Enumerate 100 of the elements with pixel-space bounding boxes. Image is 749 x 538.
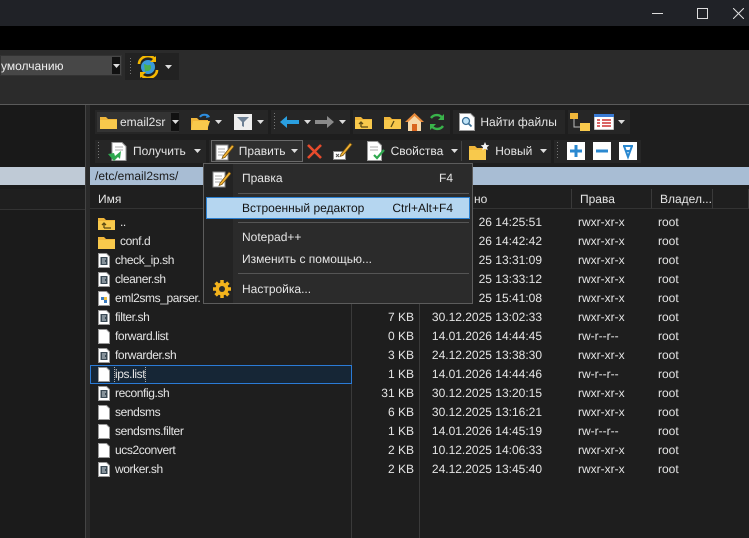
file-name-cell[interactable]: sendsms xyxy=(90,403,352,422)
owner-cell-text: root xyxy=(657,461,680,478)
dropdown-arrow-icon[interactable] xyxy=(172,120,179,124)
tree-view-icon[interactable] xyxy=(570,112,590,131)
file-name-cell[interactable]: ucs2convert xyxy=(90,441,352,460)
pencil-note-icon xyxy=(212,168,231,188)
date-cell-text: 14.01.2026 14:44:45 xyxy=(430,328,543,345)
file-name-cell[interactable]: sendsms.filter xyxy=(90,422,352,441)
root-folder-icon[interactable] xyxy=(384,114,402,129)
maximize-icon xyxy=(697,8,708,18)
find-icon xyxy=(459,112,476,131)
caret-icon[interactable] xyxy=(338,120,346,124)
download-icon xyxy=(108,142,128,161)
folder-icon xyxy=(100,114,117,129)
plus-icon[interactable] xyxy=(567,142,586,160)
owner-cell-text: root xyxy=(657,404,680,421)
script-file-icon xyxy=(98,310,110,325)
folder-refresh-icon[interactable] xyxy=(191,113,210,130)
date-cell-text: 14.01.2026 14:45:19 xyxy=(430,423,543,440)
caret-icon[interactable] xyxy=(618,120,626,124)
size-cell: 3 KB xyxy=(352,346,420,365)
new-button[interactable]: Новый xyxy=(465,140,536,162)
caret-icon[interactable] xyxy=(539,149,548,154)
menu-item[interactable]: Встроенный редактор Ctrl+Alt+F4 xyxy=(206,197,470,219)
profile-combo[interactable]: умолчанию xyxy=(0,55,122,76)
forward-arrow-icon[interactable] xyxy=(315,116,334,128)
dropdown-arrow-icon[interactable] xyxy=(112,64,120,68)
date-cell-text: 25 13:31:09 xyxy=(478,252,543,269)
file-icon xyxy=(98,367,110,382)
caret-icon[interactable] xyxy=(214,120,222,124)
column-header[interactable]: Владел... xyxy=(652,189,713,209)
script-file-icon xyxy=(98,462,110,477)
file-icon xyxy=(98,443,110,458)
caret-icon[interactable] xyxy=(290,149,299,154)
minus-icon[interactable] xyxy=(593,142,612,160)
properties-button[interactable]: Свойства xyxy=(362,140,448,162)
select-filter-icon[interactable] xyxy=(619,142,638,160)
date-cell-text: 14.01.2026 14:44:46 xyxy=(430,366,543,383)
caret-icon[interactable] xyxy=(164,64,173,68)
home-icon[interactable] xyxy=(405,112,424,131)
parent-folder-icon[interactable] xyxy=(355,114,372,129)
date-cell-text: 24.12.2025 13:45:40 xyxy=(430,461,543,478)
file-name-cell[interactable]: ips.list xyxy=(90,365,352,384)
date-cell-text: 30.12.2025 13:02:33 xyxy=(430,309,543,326)
column-header[interactable]: Права xyxy=(572,189,652,209)
permissions-cell-text: rwxr-xr-x xyxy=(577,461,626,478)
size-cell: 0 KB xyxy=(352,327,420,346)
script-file-icon xyxy=(98,348,110,363)
owner-cell-text: root xyxy=(657,423,680,440)
size-cell: 2 KB xyxy=(352,460,420,479)
grip-handle[interactable] xyxy=(273,112,276,131)
grip-handle[interactable] xyxy=(97,142,100,160)
permissions-cell-text: rwxr-xr-x xyxy=(577,442,626,459)
script-file-icon xyxy=(98,253,110,268)
size-cell: 31 KB xyxy=(352,384,420,403)
python-file-icon xyxy=(98,291,110,306)
date-cell-text: 26 14:42:42 xyxy=(478,233,543,250)
permissions-cell-text: rw-r--r-- xyxy=(577,328,620,345)
filter-icon[interactable] xyxy=(234,114,252,130)
date-cell-text: 24.12.2025 13:38:30 xyxy=(430,347,543,364)
globe-refresh-icon[interactable] xyxy=(136,56,160,78)
permissions-cell-text: rwxr-xr-x xyxy=(577,385,626,402)
permissions-cell-text: rwxr-xr-x xyxy=(577,271,626,288)
size-cell: 1 KB xyxy=(352,422,420,441)
refresh-icon[interactable] xyxy=(428,112,446,131)
owner-cell-text: root xyxy=(657,442,680,459)
permissions-cell-text: rw-r--r-- xyxy=(577,423,620,440)
caret-icon[interactable] xyxy=(303,120,312,124)
file-name-cell[interactable]: reconfig.sh xyxy=(90,384,352,403)
grip-handle[interactable] xyxy=(556,142,560,160)
permissions-cell-text: rwxr-xr-x xyxy=(577,290,626,307)
permissions-cell-text: rwxr-xr-x xyxy=(577,404,626,421)
date-cell-text: 10.12.2025 14:06:33 xyxy=(430,442,543,459)
location-combo[interactable]: email2sr xyxy=(97,112,180,132)
file-icon xyxy=(98,329,110,344)
permissions-cell-text: rwxr-xr-x xyxy=(577,347,626,364)
close-icon xyxy=(733,8,744,18)
menu-item[interactable]: Настройка... xyxy=(206,277,470,301)
grip-handle[interactable] xyxy=(129,58,132,76)
rename-icon[interactable] xyxy=(332,142,353,160)
caret-icon[interactable] xyxy=(256,120,264,124)
caret-icon[interactable] xyxy=(450,149,458,154)
list-view-icon[interactable] xyxy=(594,114,614,130)
file-name-cell[interactable]: forward.list xyxy=(90,327,352,346)
menu-item[interactable]: Notepad++ xyxy=(206,226,470,248)
file-name-cell[interactable]: worker.sh xyxy=(90,460,352,479)
menu-item[interactable]: Изменить с помощью... xyxy=(206,248,470,270)
permissions-cell-text: rw-r--r-- xyxy=(577,366,620,383)
size-cell: 6 KB xyxy=(352,403,420,422)
delete-icon[interactable] xyxy=(306,142,323,160)
document-check-icon xyxy=(366,141,386,162)
caret-icon[interactable] xyxy=(194,149,202,154)
file-name-cell[interactable]: filter.sh xyxy=(90,308,352,327)
date-cell-text: 30.12.2025 13:16:21 xyxy=(430,404,543,421)
size-cell: 2 KB xyxy=(352,441,420,460)
back-arrow-icon[interactable] xyxy=(280,116,300,128)
edit-button[interactable]: Править xyxy=(210,140,303,162)
file-icon xyxy=(98,405,110,420)
permissions-cell-text: rwxr-xr-x xyxy=(577,233,626,250)
owner-cell-text: root xyxy=(657,233,680,250)
